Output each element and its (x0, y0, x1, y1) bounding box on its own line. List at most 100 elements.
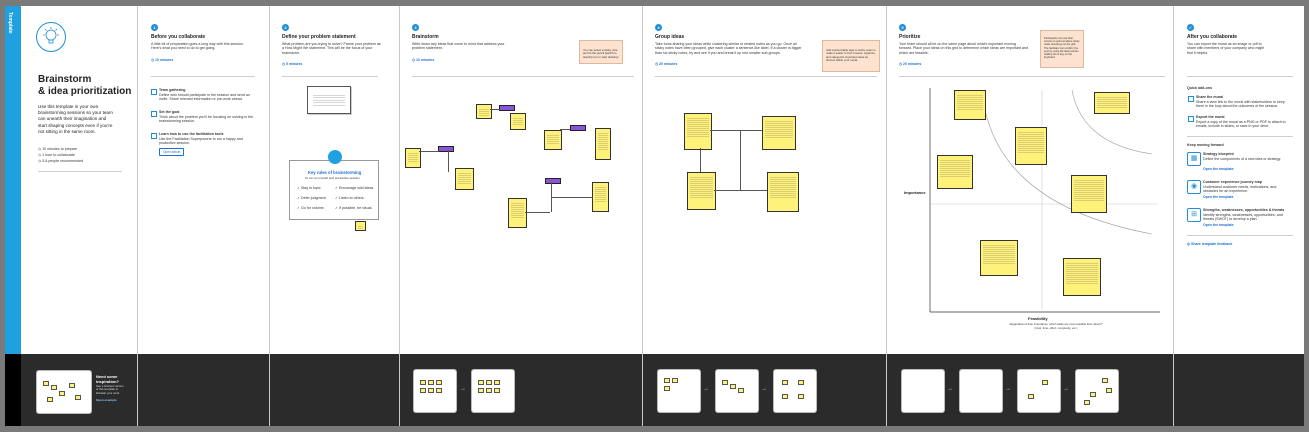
before-title: Before you collaborate (151, 34, 206, 40)
brainstorm-title: Brainstorm (412, 34, 439, 40)
blueprint-icon: ▦ (1187, 152, 1201, 166)
sticky-note[interactable] (455, 168, 474, 190)
forward-item-text: Understand customer needs, motivations, … (1203, 185, 1277, 194)
rules-subtitle: To run an smooth and productive session (305, 176, 360, 180)
sticky-note[interactable] (1071, 175, 1107, 213)
prioritize-title: Prioritize (899, 34, 921, 40)
checkbox[interactable] (151, 89, 157, 95)
define-title: Define your problem statement (282, 34, 356, 40)
tip-note: Participants can use their cursors to po… (1040, 30, 1084, 68)
after-description: You can export the mural as an image or … (1187, 42, 1265, 55)
sticky-note[interactable] (767, 172, 799, 212)
template-label: Template (7, 12, 13, 34)
forward-item-title: Strategy blueprint (1203, 152, 1234, 156)
sticky-note[interactable] (592, 182, 609, 212)
rule-item: ✓ Stay in topic. (297, 186, 322, 190)
column-divider (399, 6, 400, 426)
rule-item: ✓ Defer judgment. (297, 196, 327, 200)
connector-line (448, 150, 449, 172)
after-divider (1187, 136, 1293, 137)
intro-title: Brainstorm (38, 74, 92, 85)
before-divider (151, 76, 255, 77)
sticky-note[interactable] (476, 104, 492, 119)
group-thumbnail (773, 369, 817, 413)
importance-label: Importance (904, 190, 926, 195)
sticky-note[interactable] (1015, 127, 1047, 165)
open-example-button[interactable]: Open example (96, 398, 117, 402)
connector-line (551, 197, 593, 198)
tag-label[interactable] (570, 125, 586, 131)
sticky-note[interactable] (510, 113, 526, 130)
brainstorm-description: Write down any ideas that come to mind t… (412, 42, 505, 51)
forward-item-title: Customer experience journey map (1203, 180, 1262, 184)
column-divider (642, 6, 643, 426)
column-divider (886, 6, 887, 426)
column-divider (1173, 6, 1174, 426)
forward-item-title: Strengths, weaknesses, opportunities & t… (1203, 208, 1285, 212)
after-title: After you collaborate (1187, 34, 1238, 40)
open-template-link[interactable]: Open the template (1203, 167, 1234, 171)
prioritize-description: Your team should all be on the same page… (899, 42, 1029, 55)
item-title: Team gathering (159, 88, 186, 92)
item-text: Define who should participate in the ses… (159, 93, 250, 102)
tip-note: You can select a sticky note and hit the… (579, 40, 623, 64)
checkbox[interactable] (1188, 116, 1194, 122)
sticky-note[interactable] (544, 130, 562, 150)
sticky-note[interactable] (1094, 92, 1130, 114)
group-description: Take turns sharing your ideas while clus… (655, 42, 802, 55)
tag-label[interactable] (499, 105, 515, 111)
rule-item: ✓ Listen to others. (335, 196, 365, 200)
sticky-note[interactable] (355, 221, 366, 231)
brainstorm-thumbnail (471, 369, 515, 413)
template-feedback-link[interactable]: ◎ Share template feedback (1187, 242, 1232, 246)
open-template-link[interactable]: Open the template (1203, 195, 1234, 199)
checkbox[interactable] (1188, 96, 1194, 102)
connector-line (740, 130, 741, 190)
quick-item-title: Share the mural (1196, 95, 1224, 99)
quick-title: Quick add-ons (1187, 86, 1212, 90)
group-thumbnail (715, 369, 759, 413)
sticky-note[interactable] (508, 198, 527, 228)
checkbox[interactable] (151, 111, 157, 117)
sticky-note[interactable] (954, 90, 986, 120)
define-time: ◷ 5 minutes (282, 62, 303, 66)
collab-time: ◷ 1 hour to collaborate (38, 153, 75, 157)
step-badge: ✓ (1187, 24, 1194, 31)
tag-label[interactable] (438, 146, 454, 152)
sticky-note[interactable] (980, 240, 1018, 276)
group-time: ◷ 20 minutes (655, 62, 678, 66)
sticky-note[interactable] (762, 116, 796, 150)
template-sidebar: Template (5, 6, 21, 354)
rule-item: ✓ If possible, be visual. (335, 206, 373, 210)
forward-title: Keep moving forward (1187, 143, 1224, 147)
checkbox[interactable] (151, 133, 157, 139)
connector-line (710, 130, 762, 131)
example-thumbnail[interactable] (36, 370, 92, 414)
define-divider (282, 76, 378, 77)
problem-statement-card[interactable] (307, 86, 351, 114)
open-template-link[interactable]: Open the template (1203, 223, 1234, 227)
sticky-note[interactable] (937, 155, 973, 189)
brainstorm-time: ◷ 10 minutes (412, 58, 435, 62)
intro-subtitle: & idea prioritization (38, 86, 132, 97)
sticky-note[interactable] (595, 128, 611, 160)
prioritize-thumbnail (1075, 369, 1119, 413)
intro-description: Use this template in your own brainstorm… (38, 104, 113, 134)
item-text: Use the Facilitation Superpowers to run … (159, 137, 243, 146)
arrow-right-icon: → (1005, 386, 1011, 392)
open-article-button[interactable]: Open article (159, 148, 185, 156)
group-thumbnail (657, 369, 701, 413)
before-time: ◷ 10 minutes (151, 58, 174, 62)
sticky-note[interactable] (684, 113, 712, 150)
tag-label[interactable] (545, 178, 561, 184)
prep-time: ◷ 10 minutes to prepare (38, 147, 78, 151)
people-count: ◷ 3-8 people recommended (38, 159, 84, 163)
sticky-note[interactable] (1063, 258, 1101, 296)
feasibility-caption: Regardless of their importance, which ta… (1009, 322, 1103, 331)
brainstorm-divider (412, 76, 634, 77)
sticky-note[interactable] (687, 172, 716, 210)
connector-line (525, 212, 550, 213)
column-divider (137, 6, 138, 426)
step-badge: 1 (151, 24, 158, 31)
rule-item: ✓ Encourage wild ideas. (335, 186, 375, 190)
